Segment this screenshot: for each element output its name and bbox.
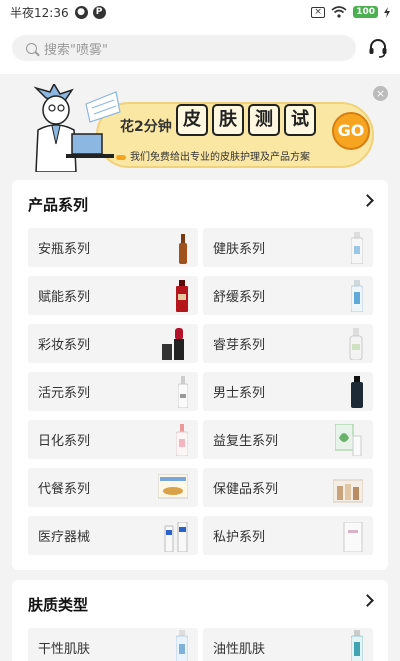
skin-type-label: 油性肌肤 xyxy=(213,642,266,657)
series-item-label: 私护系列 xyxy=(213,530,266,545)
go-button[interactable]: GO xyxy=(332,112,370,150)
teal-tube-thumbnail xyxy=(351,630,363,661)
skin-type-item-oily[interactable]: 油性肌肤 xyxy=(203,628,373,661)
series-item-caizhuang[interactable]: 彩妆系列 xyxy=(28,324,198,363)
banner-word-2: 肤 xyxy=(212,104,244,136)
series-item-label: 活元系列 xyxy=(38,386,91,401)
series-item-daican[interactable]: 代餐系列 xyxy=(28,468,198,507)
series-item-huoyuan[interactable]: 活元系列 xyxy=(28,372,198,411)
series-item-jianfu[interactable]: 健肤系列 xyxy=(203,228,373,267)
series-item-label: 舒缓系列 xyxy=(213,290,266,305)
medical-set-thumbnail xyxy=(164,519,188,552)
meal-box-thumbnail xyxy=(158,471,188,504)
series-item-yiliao[interactable]: 医疗器械 xyxy=(28,516,198,555)
series-item-label: 睿芽系列 xyxy=(213,338,266,353)
status-bar: 半夜12:36 ● P × 100 xyxy=(0,0,400,24)
banner-lead-text: 花2分钟 xyxy=(120,119,172,135)
banner-word-4: 试 xyxy=(284,104,316,136)
black-bottle-thumbnail xyxy=(351,375,363,408)
series-item-ampoule[interactable]: 安瓶系列 xyxy=(28,228,198,267)
series-item-label: 代餐系列 xyxy=(38,482,91,497)
series-item-label: 保健品系列 xyxy=(213,482,279,497)
skin-type-item-dry[interactable]: 干性肌肤 xyxy=(28,628,198,661)
charging-icon xyxy=(384,6,390,18)
top-header: 搜索"喷雾" xyxy=(0,24,400,74)
skin-type-grid: 干性肌肤 油性肌肤 xyxy=(28,628,373,661)
skin-type-label: 干性肌肤 xyxy=(38,642,91,657)
chevron-right-icon[interactable] xyxy=(361,194,374,207)
series-item-label: 健肤系列 xyxy=(213,242,266,257)
series-item-label: 赋能系列 xyxy=(38,290,91,305)
series-item-label: 益复生系列 xyxy=(213,434,279,449)
series-item-rihua[interactable]: 日化系列 xyxy=(28,420,198,459)
series-item-shuhuan[interactable]: 舒缓系列 xyxy=(203,276,373,315)
series-item-baojianpin[interactable]: 保健品系列 xyxy=(203,468,373,507)
status-time: 半夜12:36 xyxy=(10,5,69,20)
product-series-card: 产品系列 安瓶系列 健肤系列 赋能系列 舒缓系列 彩妆系列 睿芽系列 活元系列 xyxy=(12,180,388,570)
series-item-label: 医疗器械 xyxy=(38,530,91,545)
red-bottle-thumbnail xyxy=(176,279,188,312)
series-item-ruiya[interactable]: 睿芽系列 xyxy=(203,324,373,363)
search-icon xyxy=(26,42,37,54)
banner-word-1: 皮 xyxy=(176,104,208,136)
search-input[interactable]: 搜索"喷雾" xyxy=(12,35,356,61)
customer-service-icon[interactable] xyxy=(368,38,388,58)
series-item-label: 男士系列 xyxy=(213,386,266,401)
series-item-sihu[interactable]: 私护系列 xyxy=(203,516,373,555)
green-box-thumbnail xyxy=(335,423,363,456)
skin-type-card: 肤质类型 干性肌肤 油性肌肤 xyxy=(12,580,388,661)
ampoule-thumbnail xyxy=(178,231,188,264)
clear-bottle-thumbnail xyxy=(178,375,188,408)
blue-bottle-thumbnail xyxy=(351,279,363,312)
skin-type-title: 肤质类型 xyxy=(28,596,89,614)
search-placeholder: 搜索"喷雾" xyxy=(44,42,108,58)
banner-word-3: 测 xyxy=(248,104,280,136)
series-item-label: 安瓶系列 xyxy=(38,242,91,257)
series-item-label: 彩妆系列 xyxy=(38,338,91,353)
product-series-grid: 安瓶系列 健肤系列 赋能系列 舒缓系列 彩妆系列 睿芽系列 活元系列 男士系列 xyxy=(28,228,373,555)
series-item-nanshi[interactable]: 男士系列 xyxy=(203,372,373,411)
skin-test-banner[interactable]: 花2分钟 皮 肤 测 试 GO 我们免费给出专业的皮肤护理及产品方案 × xyxy=(12,84,388,172)
banner-subtitle: 我们免费给出专业的皮肤护理及产品方案 xyxy=(116,148,310,163)
white-box-thumbnail xyxy=(343,519,363,552)
series-item-funeng[interactable]: 赋能系列 xyxy=(28,276,198,315)
sim-off-icon: × xyxy=(311,6,326,18)
white-bottle-thumbnail xyxy=(351,231,363,264)
series-item-label: 日化系列 xyxy=(38,434,91,449)
wifi-icon xyxy=(331,6,347,18)
product-series-title: 产品系列 xyxy=(28,196,89,214)
shield-icon: ● xyxy=(74,5,88,19)
supplement-set-thumbnail xyxy=(333,471,363,504)
series-item-yifusheng[interactable]: 益复生系列 xyxy=(203,420,373,459)
blue-tube-thumbnail xyxy=(176,630,188,661)
p-app-icon: P xyxy=(92,5,106,19)
close-icon[interactable]: × xyxy=(373,86,388,101)
chevron-right-icon[interactable] xyxy=(361,594,374,607)
battery-icon: 100 xyxy=(353,6,378,18)
spray-bottle-thumbnail xyxy=(176,423,188,456)
pump-bottle-thumbnail xyxy=(349,327,363,360)
lipstick-thumbnail xyxy=(162,327,188,360)
